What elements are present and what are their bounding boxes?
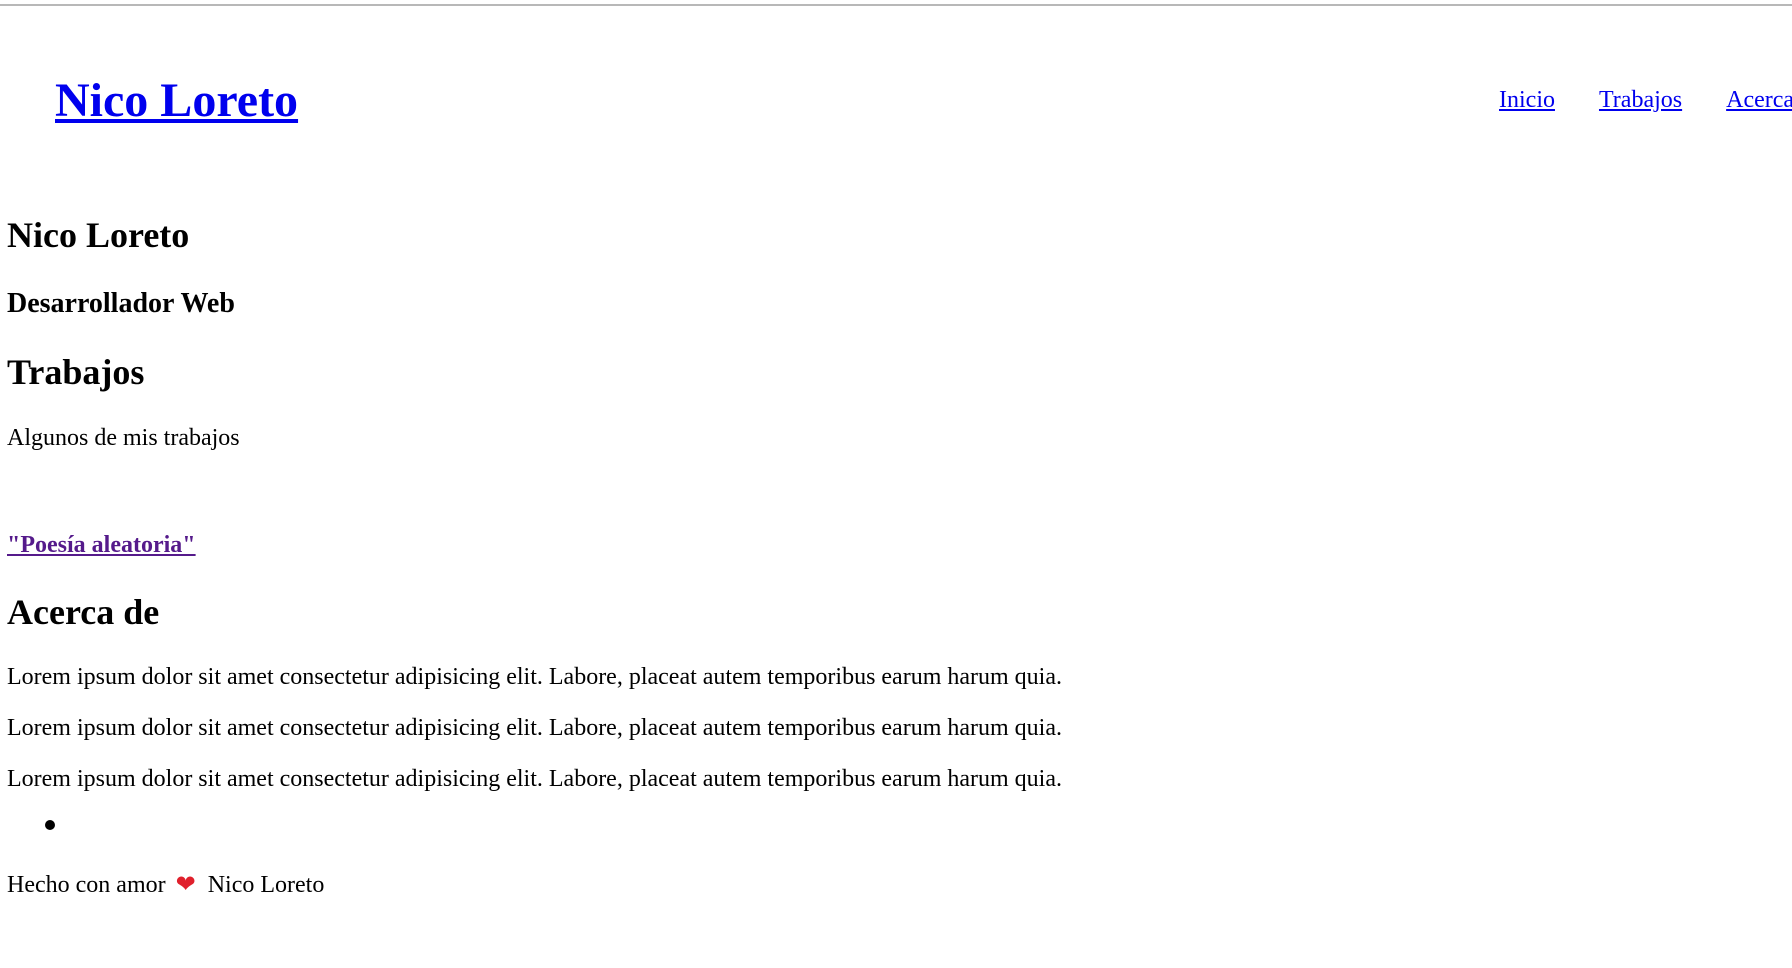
heart-icon: ❤ <box>175 870 196 898</box>
footer-prefix: Hecho con amor <box>7 872 166 898</box>
works-description: Algunos de mis trabajos <box>7 425 240 451</box>
hero-title: Nico Loreto <box>7 215 190 255</box>
works-title: Trabajos <box>7 352 145 392</box>
page: Nico Loreto Inicio Trabajos Acerca de Nico… <box>0 6 1792 968</box>
footer-author: Nico Loreto <box>207 872 325 898</box>
about-paragraph: Lorem ipsum dolor sit amet consectetur a… <box>7 664 1063 690</box>
about-paragraph: Lorem ipsum dolor sit amet consectetur a… <box>7 766 1063 792</box>
hero-subtitle: Desarrollador Web <box>7 288 235 319</box>
footer: Hecho con amor ❤ Nico Loreto <box>7 870 324 900</box>
empty-list-item <box>45 820 55 830</box>
about-title: Acerca de <box>7 592 160 632</box>
nav-trabajos[interactable]: Trabajos <box>1599 87 1682 113</box>
work-link-poesia[interactable]: "Poesía aleatoria" <box>7 532 196 558</box>
work-item: "Poesía aleatoria" <box>7 531 196 560</box>
nav-inicio[interactable]: Inicio <box>1499 87 1555 113</box>
site-header: Nico Loreto Inicio Trabajos Acerca de <box>0 6 1792 156</box>
logo-link[interactable]: Nico Loreto <box>55 72 298 130</box>
nav-acerca[interactable]: Acerca de <box>1726 87 1792 113</box>
about-paragraph: Lorem ipsum dolor sit amet consectetur a… <box>7 715 1063 741</box>
main-nav: Inicio Trabajos Acerca de <box>1499 86 1792 115</box>
